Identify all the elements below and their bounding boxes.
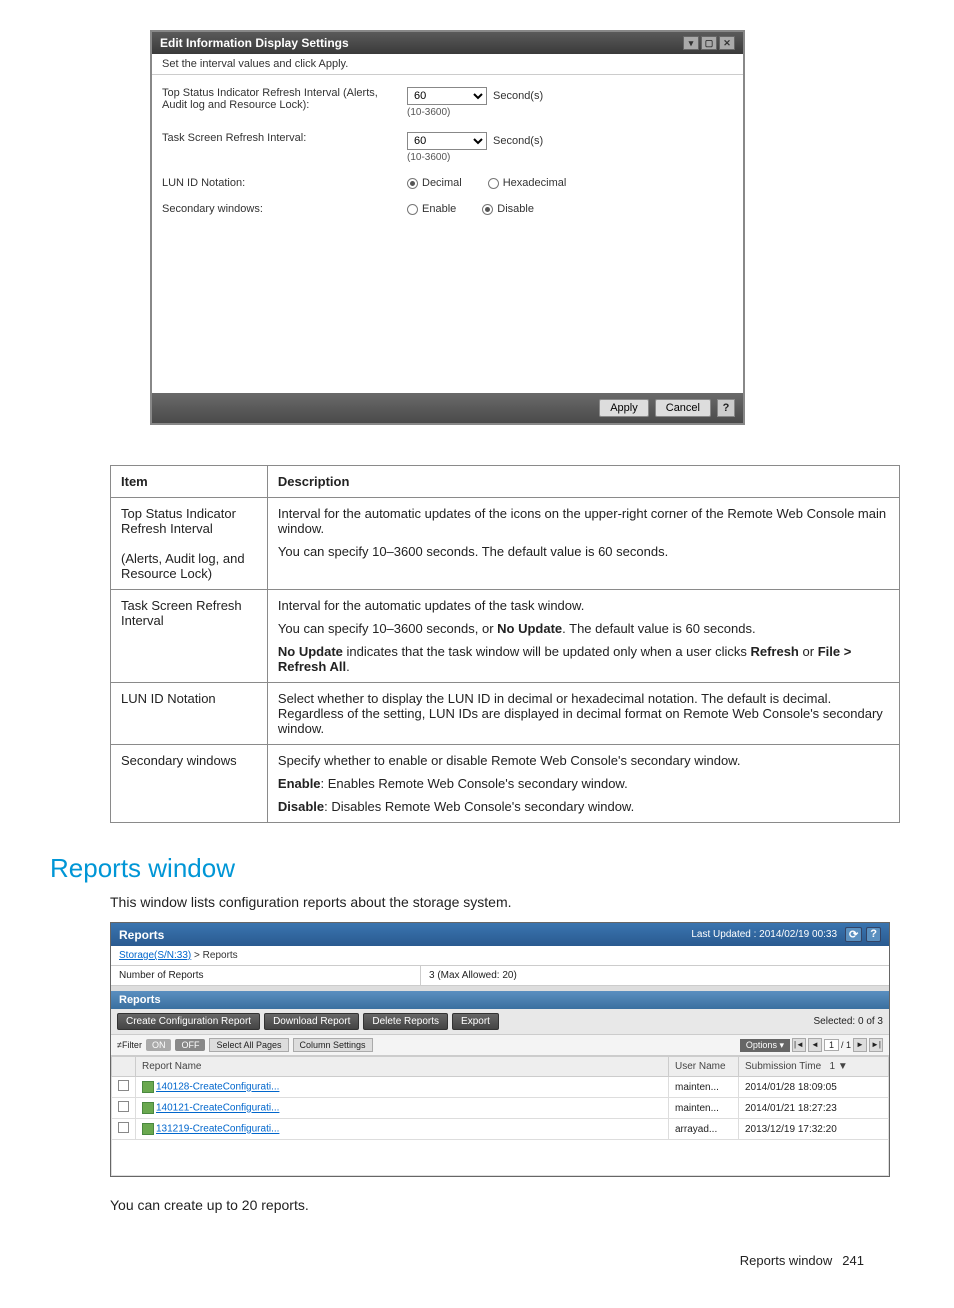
apply-button[interactable]: Apply bbox=[599, 399, 649, 417]
dialog-footer: Apply Cancel ? bbox=[152, 393, 743, 423]
report-link[interactable]: 140128-CreateConfigurati... bbox=[156, 1082, 279, 1093]
range-hint: (10-3600) bbox=[407, 107, 543, 118]
cancel-button[interactable]: Cancel bbox=[655, 399, 711, 417]
col-checkbox bbox=[112, 1057, 136, 1077]
options-menu[interactable]: Options ▾ bbox=[740, 1039, 790, 1052]
row-lun-id: LUN ID Notation: Decimal Hexadecimal bbox=[162, 177, 733, 189]
pin-icon[interactable]: ▾ bbox=[683, 36, 699, 50]
radio-enable[interactable]: Enable bbox=[407, 203, 456, 215]
unit-label: Second(s) bbox=[493, 135, 543, 147]
edit-settings-dialog: Edit Information Display Settings ▾ ▢ ✕ … bbox=[150, 30, 745, 425]
table-row: Secondary windows Specify whether to ena… bbox=[111, 745, 900, 823]
label-top-status: Top Status Indicator Refresh Interval (A… bbox=[162, 87, 397, 118]
filter-bar: ≠Filter ON OFF Select All Pages Column S… bbox=[111, 1035, 889, 1056]
row-checkbox[interactable] bbox=[118, 1101, 129, 1112]
reports-titlebar: Reports Last Updated : 2014/02/19 00:33 … bbox=[111, 923, 889, 946]
row-checkbox[interactable] bbox=[118, 1080, 129, 1091]
last-updated: Last Updated : 2014/02/19 00:33 bbox=[691, 929, 837, 940]
task-screen-interval-select[interactable]: 60 bbox=[407, 132, 487, 150]
help-icon[interactable]: ? bbox=[866, 927, 881, 942]
refresh-icon[interactable]: ⟳ bbox=[845, 927, 862, 942]
breadcrumb: Storage(S/N:33) > Reports bbox=[111, 946, 889, 966]
table-row: LUN ID Notation Select whether to displa… bbox=[111, 683, 900, 745]
filter-label: ≠Filter bbox=[117, 1040, 142, 1050]
num-reports-label: Number of Reports bbox=[111, 966, 421, 985]
help-icon[interactable]: ? bbox=[717, 399, 735, 417]
reports-tab[interactable]: Reports bbox=[111, 991, 889, 1009]
dialog-body: Top Status Indicator Refresh Interval (A… bbox=[152, 75, 743, 233]
close-icon[interactable]: ✕ bbox=[719, 36, 735, 50]
settings-description-table: Item Description Top Status Indicator Re… bbox=[110, 465, 900, 823]
select-all-pages-button[interactable]: Select All Pages bbox=[209, 1038, 288, 1052]
reports-note: You can create up to 20 reports. bbox=[110, 1197, 904, 1213]
reports-intro: This window lists configuration reports … bbox=[110, 894, 904, 910]
radio-icon bbox=[482, 204, 493, 215]
report-icon bbox=[142, 1081, 154, 1093]
filter-on-button[interactable]: ON bbox=[146, 1039, 172, 1051]
selection-count: Selected: 0 of 3 bbox=[814, 1016, 884, 1027]
row-task-screen: Task Screen Refresh Interval: 60 Second(… bbox=[162, 132, 733, 163]
delete-reports-button[interactable]: Delete Reports bbox=[363, 1013, 448, 1030]
page-footer: Reports window 241 bbox=[50, 1253, 904, 1268]
table-row: Top Status Indicator Refresh Interval (A… bbox=[111, 498, 900, 590]
reports-table: Report Name User Name Submission Time 1 … bbox=[111, 1056, 889, 1176]
reports-summary-row: Number of Reports 3 (Max Allowed: 20) bbox=[111, 966, 889, 986]
first-page-icon[interactable]: |◄ bbox=[792, 1038, 806, 1052]
reports-toolbar: Create Configuration Report Download Rep… bbox=[111, 1009, 889, 1035]
table-row[interactable]: 140128-CreateConfigurati... mainten... 2… bbox=[112, 1077, 889, 1098]
radio-icon bbox=[407, 204, 418, 215]
unit-label: Second(s) bbox=[493, 90, 543, 102]
col-submission-time[interactable]: Submission Time 1 ▼ bbox=[739, 1057, 889, 1077]
row-secondary-windows: Secondary windows: Enable Disable bbox=[162, 203, 733, 215]
next-page-icon[interactable]: ► bbox=[853, 1038, 867, 1052]
report-icon bbox=[142, 1123, 154, 1135]
report-link[interactable]: 140121-CreateConfigurati... bbox=[156, 1103, 279, 1114]
page-number: 241 bbox=[842, 1253, 864, 1268]
restore-icon[interactable]: ▢ bbox=[701, 36, 717, 50]
dialog-title: Edit Information Display Settings bbox=[160, 36, 349, 50]
row-top-status: Top Status Indicator Refresh Interval (A… bbox=[162, 87, 733, 118]
page-total: / 1 bbox=[841, 1040, 851, 1050]
table-row: Task Screen Refresh Interval Interval fo… bbox=[111, 590, 900, 683]
radio-icon bbox=[407, 178, 418, 189]
col-item: Item bbox=[111, 466, 268, 498]
window-buttons: ▾ ▢ ✕ bbox=[683, 36, 735, 50]
label-secondary-windows: Secondary windows: bbox=[162, 203, 397, 215]
section-heading-reports: Reports window bbox=[50, 853, 904, 884]
breadcrumb-storage-link[interactable]: Storage(S/N:33) bbox=[119, 950, 191, 961]
row-checkbox[interactable] bbox=[118, 1122, 129, 1133]
report-link[interactable]: 131219-CreateConfigurati... bbox=[156, 1124, 279, 1135]
export-button[interactable]: Export bbox=[452, 1013, 499, 1030]
prev-page-icon[interactable]: ◄ bbox=[808, 1038, 822, 1052]
footer-label: Reports window bbox=[740, 1253, 833, 1268]
col-description: Description bbox=[267, 466, 899, 498]
download-report-button[interactable]: Download Report bbox=[264, 1013, 359, 1030]
dialog-titlebar: Edit Information Display Settings ▾ ▢ ✕ bbox=[152, 32, 743, 54]
radio-icon bbox=[488, 178, 499, 189]
filter-off-button[interactable]: OFF bbox=[175, 1039, 205, 1051]
num-reports-value: 3 (Max Allowed: 20) bbox=[421, 966, 525, 985]
create-report-button[interactable]: Create Configuration Report bbox=[117, 1013, 260, 1030]
col-user-name[interactable]: User Name bbox=[669, 1057, 739, 1077]
table-row[interactable]: 131219-CreateConfigurati... arrayad... 2… bbox=[112, 1119, 889, 1140]
last-page-icon[interactable]: ►| bbox=[869, 1038, 883, 1052]
label-lun-id: LUN ID Notation: bbox=[162, 177, 397, 189]
reports-window: Reports Last Updated : 2014/02/19 00:33 … bbox=[110, 922, 890, 1177]
table-row[interactable]: 140121-CreateConfigurati... mainten... 2… bbox=[112, 1098, 889, 1119]
col-report-name[interactable]: Report Name bbox=[136, 1057, 669, 1077]
page-input[interactable]: 1 bbox=[824, 1039, 839, 1051]
radio-hexadecimal[interactable]: Hexadecimal bbox=[488, 177, 567, 189]
dialog-instruction: Set the interval values and click Apply. bbox=[152, 54, 743, 75]
column-settings-button[interactable]: Column Settings bbox=[293, 1038, 373, 1052]
label-task-screen: Task Screen Refresh Interval: bbox=[162, 132, 397, 163]
range-hint: (10-3600) bbox=[407, 152, 543, 163]
radio-decimal[interactable]: Decimal bbox=[407, 177, 462, 189]
report-icon bbox=[142, 1102, 154, 1114]
top-status-interval-select[interactable]: 60 bbox=[407, 87, 487, 105]
radio-disable[interactable]: Disable bbox=[482, 203, 534, 215]
reports-title: Reports bbox=[119, 928, 164, 942]
